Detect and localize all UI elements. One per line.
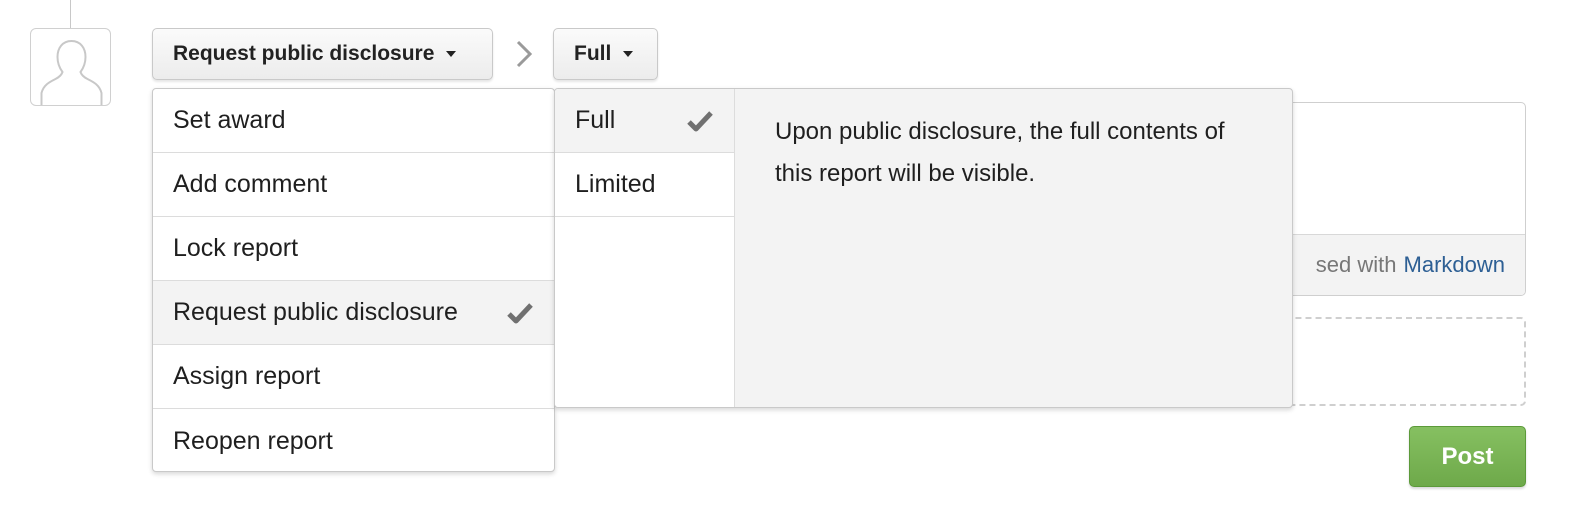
scope-menu: Full Limited Upon public disclosure, the…	[554, 88, 1293, 408]
scope-dropdown-button[interactable]: Full	[553, 28, 658, 80]
scope-item-label: Full	[575, 106, 616, 134]
user-silhouette-icon	[40, 39, 103, 105]
menu-item-request-public-disclosure[interactable]: Request public disclosure	[153, 281, 554, 345]
scope-item-full[interactable]: Full	[555, 89, 734, 153]
checkmark-icon	[507, 302, 533, 323]
menu-item-label: Request public disclosure	[173, 298, 458, 326]
avatar	[30, 28, 111, 106]
menu-item-label: Add comment	[173, 170, 328, 198]
action-dropdown-button[interactable]: Request public disclosure	[152, 28, 493, 80]
menu-item-lock-report[interactable]: Lock report	[153, 217, 554, 281]
menu-item-label: Assign report	[173, 362, 321, 390]
menu-item-label: Lock report	[173, 234, 299, 262]
menu-item-set-award[interactable]: Set award	[153, 89, 554, 153]
caret-down-icon	[446, 51, 457, 57]
editor-footer-text: sed with	[1315, 252, 1397, 277]
action-dropdown-label: Request public disclosure	[173, 42, 435, 65]
menu-item-label: Set award	[173, 106, 286, 134]
post-button[interactable]: Post	[1409, 426, 1526, 487]
caret-down-icon	[623, 51, 634, 57]
action-menu: Set award Add comment Lock report Reques…	[152, 88, 555, 472]
markdown-link[interactable]: Markdown	[1404, 252, 1505, 278]
scope-dropdown-label: Full	[574, 42, 612, 65]
timeline-line	[70, 0, 71, 28]
scope-item-limited[interactable]: Limited	[555, 153, 734, 217]
menu-item-label: Reopen report	[173, 426, 333, 455]
menu-item-assign-report[interactable]: Assign report	[153, 345, 554, 409]
checkmark-icon	[687, 110, 713, 131]
chevron-right-icon	[516, 40, 533, 68]
menu-item-reopen-report[interactable]: Reopen report	[153, 409, 554, 471]
scope-options-list: Full Limited	[555, 89, 735, 407]
scope-description: Upon public disclosure, the full content…	[775, 118, 1225, 187]
menu-item-add-comment[interactable]: Add comment	[153, 153, 554, 217]
scope-item-label: Limited	[575, 170, 656, 198]
